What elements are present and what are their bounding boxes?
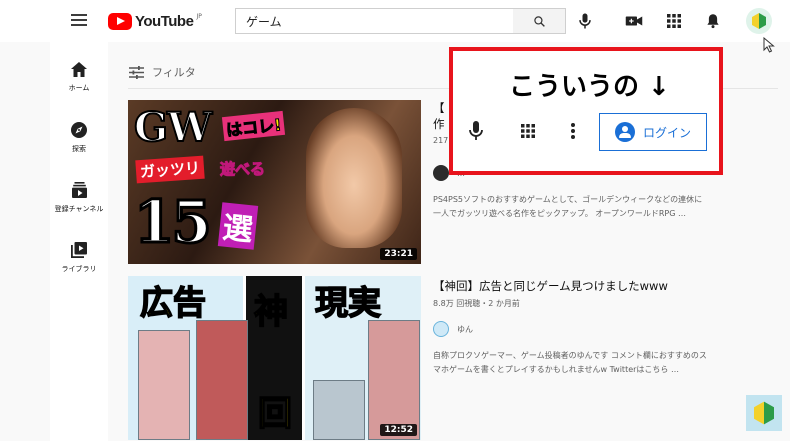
logo-region: JP [196,12,202,20]
video-description: 自称プロクソゲーマー、ゲーム投稿者のゆんです コメント欄におすすめのス マホゲー… [433,349,773,377]
sidebar: ホーム 探索 登録チャンネル ライブラリ [50,42,108,441]
beginner-mark-icon [754,401,774,425]
thumbnail-tower-image [313,380,365,440]
thumbnail-text: 神 [253,291,289,333]
description-line: 自称プロクソゲーマー、ゲーム投稿者のゆんです コメント欄におすすめのス [433,351,707,360]
description-line: マホゲームを書くとプレイするかもしれませんw Twitterはこちら … [433,365,679,374]
youtube-play-icon [108,12,132,30]
thumbnail-tower-image [368,320,420,440]
search-button[interactable] [513,8,566,34]
thumbnail-text: 回 [257,393,293,435]
thumbnail-text: GW [133,103,213,152]
search-input[interactable] [236,9,513,33]
mic-icon[interactable] [575,11,595,31]
sidebar-item-label: ライブラリ [61,265,97,273]
sidebar-item-library[interactable]: ライブラリ [50,242,108,274]
sidebar-item-label: ホーム [68,84,90,92]
thumbnail-text: 遊べる [219,160,266,179]
more-vert-icon[interactable] [570,122,576,140]
youtube-logo[interactable]: YouTube JP [108,11,202,31]
subscriptions-icon [71,182,87,198]
account-circle-icon [614,122,635,142]
channel-name[interactable]: ゆん [457,324,473,335]
annotation-callout: こういうの ↓ ログイン [449,47,723,175]
beginner-mark-badge [746,395,782,431]
video-info: 【神回】広告と同じゲーム見つけましたwww 8.8万 回視聴・2 か月前 ゆん … [433,278,773,377]
home-icon [71,62,87,77]
video-thumbnail[interactable]: 広告 神 回 現実 12:52 [128,276,421,440]
thumbnail-text: 15 [133,187,214,258]
thumbnail-tower-image [196,320,248,440]
thumbnail-text: 選 [217,202,259,250]
video-duration: 23:21 [380,248,417,260]
thumbnail-tower-image [138,330,190,440]
apps-icon[interactable] [520,123,536,139]
thumbnail-character-image [306,108,402,248]
sidebar-item-home[interactable]: ホーム [50,62,108,93]
channel-row[interactable]: ゆん [433,321,773,337]
top-bar: YouTube JP [0,0,790,42]
login-button[interactable]: ログイン [599,113,707,151]
video-meta: 8.8万 回視聴・2 か月前 [433,299,520,308]
channel-avatar[interactable] [433,165,449,181]
login-label: ログイン [642,125,691,140]
thumbnail-text: 広告 [139,282,207,323]
video-description: PS4PS5ソフトのおすすめゲームとして、ゴールデンウィークなどの連休に 一人で… [433,193,773,221]
filter-label: フィルタ [152,66,196,79]
sidebar-item-explore[interactable]: 探索 [50,122,108,154]
sidebar-item-label: 探索 [72,145,86,153]
library-icon [71,242,87,258]
explore-icon [71,122,87,138]
menu-icon[interactable] [71,14,87,26]
sidebar-item-label: 登録チャンネル [54,205,104,213]
thumbnail-text: 現実 [314,282,382,323]
sidebar-item-subscriptions[interactable]: 登録チャンネル [50,182,108,214]
thumbnail-text: ガッツリ [135,155,205,184]
logo-text: YouTube [135,12,194,30]
description-line: PS4PS5ソフトのおすすめゲームとして、ゴールデンウィークなどの連休に [433,195,703,204]
search-icon [533,15,545,27]
filter-icon [129,65,144,79]
video-duration: 12:52 [380,424,417,436]
video-thumbnail[interactable]: GW はコレ! ガッツリ 遊べる 15 選 23:21 [128,100,421,264]
create-video-icon[interactable] [625,13,643,29]
avatar-beginner-mark-icon [752,13,766,29]
video-title[interactable]: 【神回】広告と同じゲーム見つけましたwww [433,278,773,294]
filter-button[interactable]: フィルタ [129,64,196,80]
channel-avatar[interactable] [433,321,449,337]
callout-title: こういうの ↓ [509,72,670,102]
mic-icon[interactable] [468,121,484,141]
description-line: 一人でガッツリ遊べる名作をピックアップ。 オープンワールドRPG … [433,209,686,218]
search-box[interactable] [235,8,514,34]
avatar[interactable] [746,8,772,34]
apps-icon[interactable] [666,13,682,29]
notifications-icon[interactable] [704,12,722,30]
